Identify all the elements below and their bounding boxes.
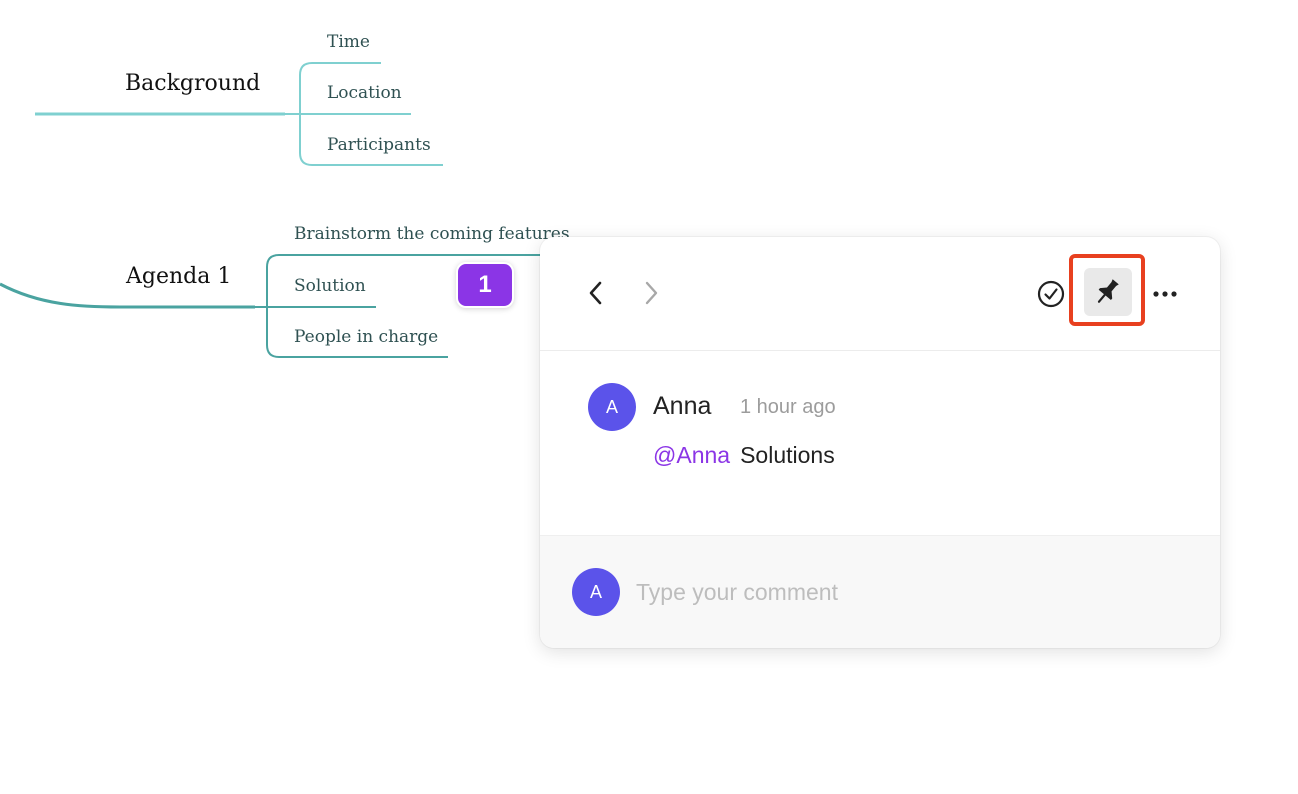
comment-count-badge[interactable]: 1 (456, 262, 514, 308)
comment-item: A Anna 1 hour ago @Anna Solutions (540, 351, 1220, 535)
subtopic-location[interactable]: Location (327, 83, 402, 103)
next-comment-button[interactable] (635, 277, 667, 309)
comment-text: Solutions (740, 442, 835, 468)
pin-icon (1097, 279, 1119, 303)
subtopic-participants[interactable]: Participants (327, 135, 431, 155)
mention-link[interactable]: @Anna (653, 442, 730, 468)
check-circle-icon (1037, 280, 1065, 308)
subtopic-time[interactable]: Time (327, 32, 370, 52)
subtopic-brainstorm[interactable]: Brainstorm the coming features (294, 224, 570, 244)
more-options-button[interactable] (1150, 279, 1180, 309)
avatar[interactable]: A (588, 383, 636, 431)
topic-agenda-1[interactable]: Agenda 1 (126, 264, 231, 290)
chevron-right-icon (645, 281, 658, 305)
more-horizontal-icon (1153, 291, 1177, 297)
chevron-left-icon (589, 281, 602, 305)
comment-composer: A (540, 535, 1220, 648)
topic-background[interactable]: Background (125, 71, 260, 97)
comment-body: @Anna Solutions (653, 442, 835, 469)
comment-author: Anna (653, 392, 712, 420)
subtopic-solution[interactable]: Solution (294, 276, 366, 296)
comment-panel-header (540, 237, 1220, 351)
pin-button[interactable] (1084, 268, 1132, 316)
comment-panel: A Anna 1 hour ago @Anna Solutions A (540, 237, 1220, 648)
previous-comment-button[interactable] (580, 277, 612, 309)
comment-input[interactable] (636, 574, 1176, 610)
comment-timestamp: 1 hour ago (740, 396, 836, 418)
resolve-button[interactable] (1036, 279, 1066, 309)
avatar: A (572, 568, 620, 616)
subtopic-people-in-charge[interactable]: People in charge (294, 327, 438, 347)
